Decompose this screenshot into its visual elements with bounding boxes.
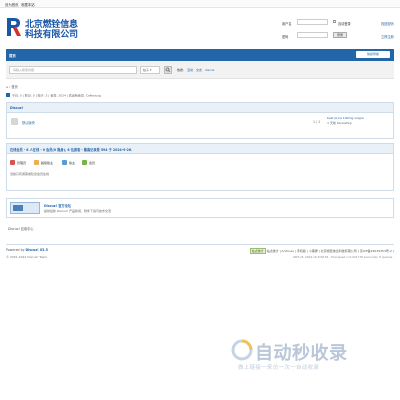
watermark: 自动秒收录 做上链接一来访一次一自动收录 <box>231 339 381 379</box>
password-label: 密码 <box>282 35 289 39</box>
search-icon <box>165 67 171 73</box>
footer-processed: GMT+8, 2024-10-8 08:54 , Processed in 0.… <box>292 255 394 259</box>
partner-desc: 提供最新 Discuz! 产品新闻、软件下载与技术交流 <box>44 209 111 213</box>
discuz-logo-icon[interactable] <box>10 202 40 214</box>
favorite-link[interactable]: 收藏本站 <box>21 2 35 7</box>
hot-search: 热搜: 活动 交友 discuz <box>177 68 214 72</box>
site-logo[interactable]: 北京燃铨信息 科技有限公司 <box>6 16 78 40</box>
footer-links-text[interactable]: 站点统计 | Archiver | 手机版 | 小黑屋 | 北京燃铨信息科技有限… <box>267 249 394 253</box>
forum-icon <box>11 118 18 125</box>
app-center-link[interactable]: Discuz! 应用中心 <box>8 226 34 231</box>
login-form: 用户名 自动登录 找回密码 密码 登录 立即注册 <box>282 19 400 43</box>
super-mod-icon <box>34 160 39 165</box>
hot-search-label: 热搜: <box>177 68 185 72</box>
online-title[interactable]: 在线会员 - 6 人在线 - 0 会员(0 隐身), 6 位游客 - 最高记录是… <box>10 147 132 152</box>
legend-mod: 版主 <box>62 160 75 165</box>
last-post-meta[interactable]: 3 天前 KanoePep <box>327 121 364 126</box>
member-icon <box>82 160 87 165</box>
logo-mark-icon <box>7 18 21 36</box>
online-header: 在线会员 - 6 人在线 - 0 会员(0 隐身), 6 位游客 - 最高记录是… <box>7 144 393 154</box>
nav-home[interactable]: 首页 <box>9 53 16 58</box>
partner-title[interactable]: Discuz! 官方论坛 <box>44 203 71 208</box>
partner-section: Discuz! 官方论坛 提供最新 Discuz! 产品新闻、软件下载与技术交流 <box>6 198 394 218</box>
hot-search-item[interactable]: discuz <box>205 68 214 72</box>
forum-count: 1 / 1 <box>313 120 321 124</box>
auto-login-label: 自动登录 <box>338 22 351 26</box>
username-input[interactable] <box>297 19 328 25</box>
footer: Powered by Discuz! X3.5 © 2001-2024 Disc… <box>6 244 394 266</box>
breadcrumb-home[interactable]: 首页 <box>11 85 17 89</box>
search-input[interactable]: 请输入搜索内容 <box>9 66 137 74</box>
mod-icon <box>62 160 67 165</box>
forum-stats: 今日: 0 | 昨日: 0 | 帖子: 3 | 会员: 2024 | 欢迎新会员… <box>6 93 101 98</box>
forum-page: 设为首页 收藏本站 北京燃铨信息 科技有限公司 用户名 自动登录 找回密码 密码… <box>0 0 400 400</box>
forum-name[interactable]: 默认版块 <box>22 120 35 125</box>
section-header: Discuz! <box>7 103 393 113</box>
home-icon[interactable]: ⌂ <box>6 85 8 89</box>
copyright: © 2001-2024 Discuz! Team. <box>6 255 49 259</box>
search-type-select[interactable]: 帖子 ▾ <box>140 66 160 74</box>
username-label: 用户名 <box>282 22 292 26</box>
forum-last-post: best price 100mg viagra 3 天前 KanoePep <box>327 116 364 126</box>
online-note: 当前只有游客或隐身会员在线 <box>10 172 50 176</box>
legend-super-mod: 超级版主 <box>34 160 53 165</box>
search-type-label: 帖子 <box>143 68 150 72</box>
site-stats-badge[interactable]: 站点统计 <box>249 248 266 254</box>
powered-brand[interactable]: Discuz! X3.5 <box>26 248 48 252</box>
watermark-logo-icon <box>231 339 253 361</box>
watermark-title: 自动秒收录 <box>255 343 348 364</box>
quick-nav-button[interactable]: 快捷导航 <box>356 51 390 58</box>
search-button[interactable] <box>164 66 172 74</box>
forum-stats-text: 今日: 0 | 昨日: 0 | 帖子: 3 | 会员: 2024 | 欢迎新会员… <box>11 93 101 98</box>
hot-search-item[interactable]: 活动 <box>187 68 193 72</box>
breadcrumb: ⌂ › 首页 <box>6 85 18 89</box>
footer-links: 站点统计 站点统计 | Archiver | 手机版 | 小黑屋 | 北京燃铨信… <box>249 248 394 254</box>
hot-search-item[interactable]: 交友 <box>196 68 202 72</box>
logo-text-line2: 科技有限公司 <box>25 30 78 40</box>
section-title[interactable]: Discuz! <box>10 106 23 110</box>
rss-icon[interactable] <box>6 93 10 97</box>
find-password-link[interactable]: 找回密码 <box>381 21 394 26</box>
register-link[interactable]: 立即注册 <box>381 34 394 39</box>
admin-icon <box>10 160 15 165</box>
forum-section: Discuz! 默认版块 1 / 1 best price 100mg viag… <box>6 102 394 139</box>
search-bar: 请输入搜索内容 帖子 ▾ 热搜: 活动 交友 discuz <box>6 61 394 79</box>
main-nav: 首页 快捷导航 <box>6 49 394 61</box>
top-bar: 设为首页 收藏本站 <box>0 0 400 8</box>
set-home-link[interactable]: 设为首页 <box>5 2 19 7</box>
login-button[interactable]: 登录 <box>333 32 348 38</box>
powered-by: Powered by Discuz! X3.5 <box>6 248 48 252</box>
legend-member: 会员 <box>82 160 95 165</box>
auto-login-checkbox[interactable] <box>333 20 336 23</box>
watermark-subtitle: 做上链接一来访一次一自动收录 <box>238 365 320 371</box>
online-section: 在线会员 - 6 人在线 - 0 会员(0 隐身), 6 位游客 - 最高记录是… <box>6 143 394 191</box>
legend-admin: 管理员 <box>10 160 26 165</box>
online-legend: 管理员 超级版主 版主 会员 当前只有游客或隐身会员在线 <box>10 160 390 176</box>
password-input[interactable] <box>297 32 328 38</box>
